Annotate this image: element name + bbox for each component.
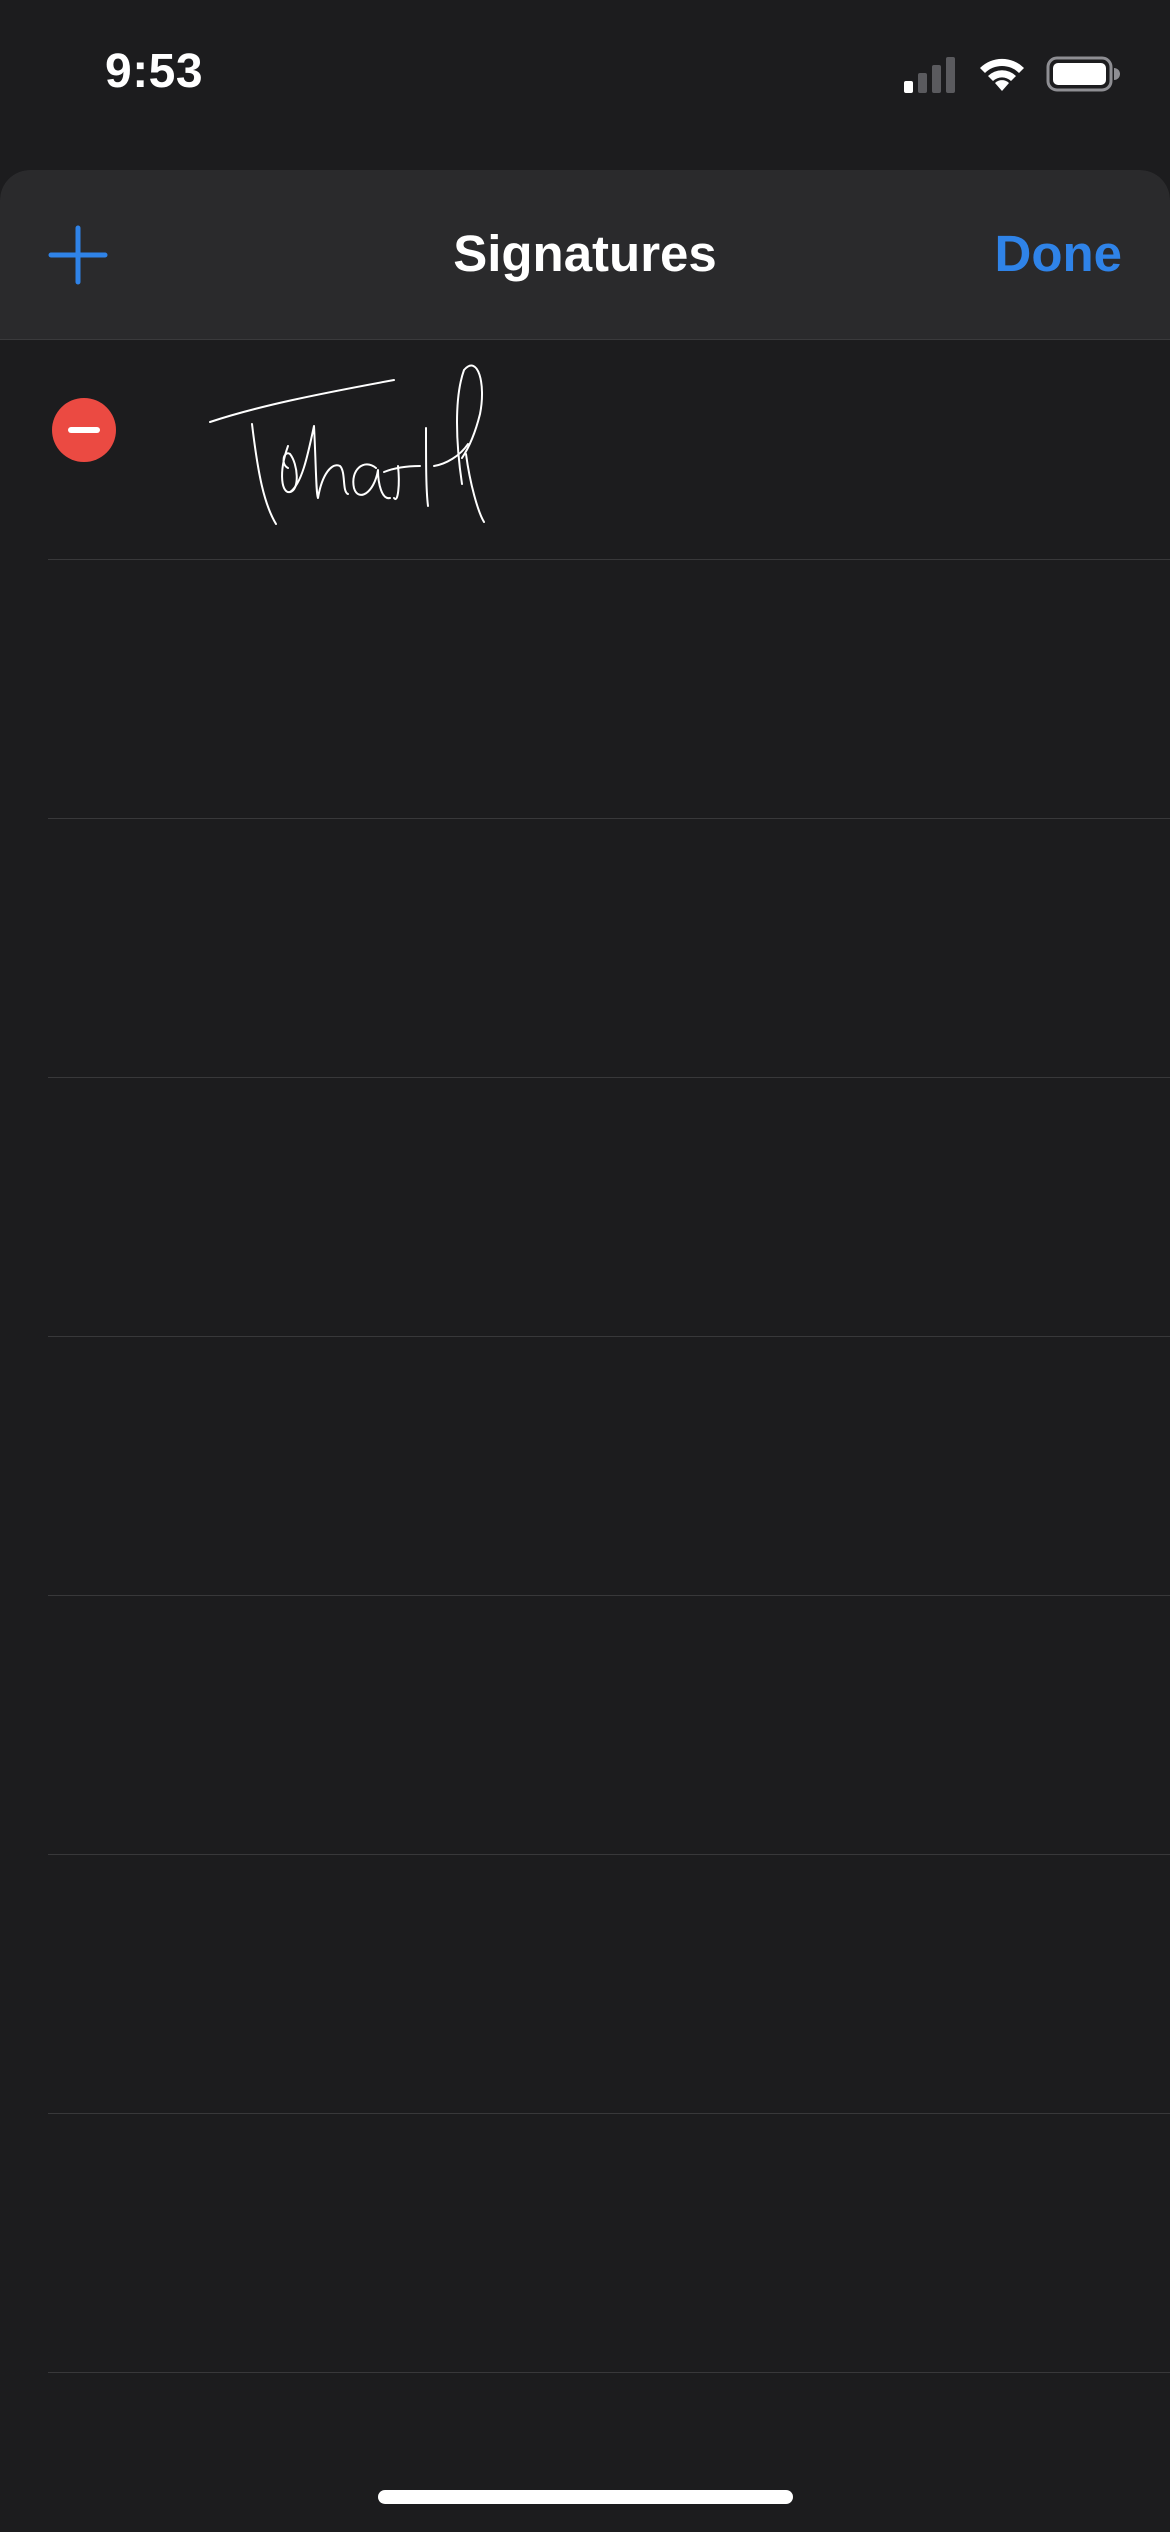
- status-time: 9:53: [105, 45, 204, 98]
- battery-icon: [1046, 56, 1120, 92]
- minus-circle-icon: [68, 427, 100, 433]
- wifi-icon: [980, 58, 1024, 91]
- cellular-signal-icon: [904, 57, 955, 93]
- signature-row[interactable]: [48, 340, 1170, 560]
- done-button[interactable]: Done: [995, 224, 1123, 283]
- status-icons: [902, 52, 1120, 96]
- delete-signature-button[interactable]: [52, 398, 116, 462]
- empty-row: [48, 819, 1170, 1078]
- signature-drawing: [209, 364, 485, 525]
- empty-row: [48, 1855, 1170, 2114]
- empty-row: [48, 2114, 1170, 2373]
- signatures-screen: 9:53 Signatures Done: [0, 0, 1170, 2532]
- empty-row: [48, 1078, 1170, 1337]
- empty-row: [48, 560, 1170, 819]
- empty-row: [48, 1337, 1170, 1596]
- nav-bar: Signatures Done: [0, 170, 1170, 340]
- signatures-sheet: Signatures Done: [0, 170, 1170, 2532]
- signature-list: [0, 340, 1170, 2373]
- status-bar: 9:53: [0, 0, 1170, 150]
- home-indicator[interactable]: [378, 2490, 793, 2504]
- empty-row: [48, 1596, 1170, 1855]
